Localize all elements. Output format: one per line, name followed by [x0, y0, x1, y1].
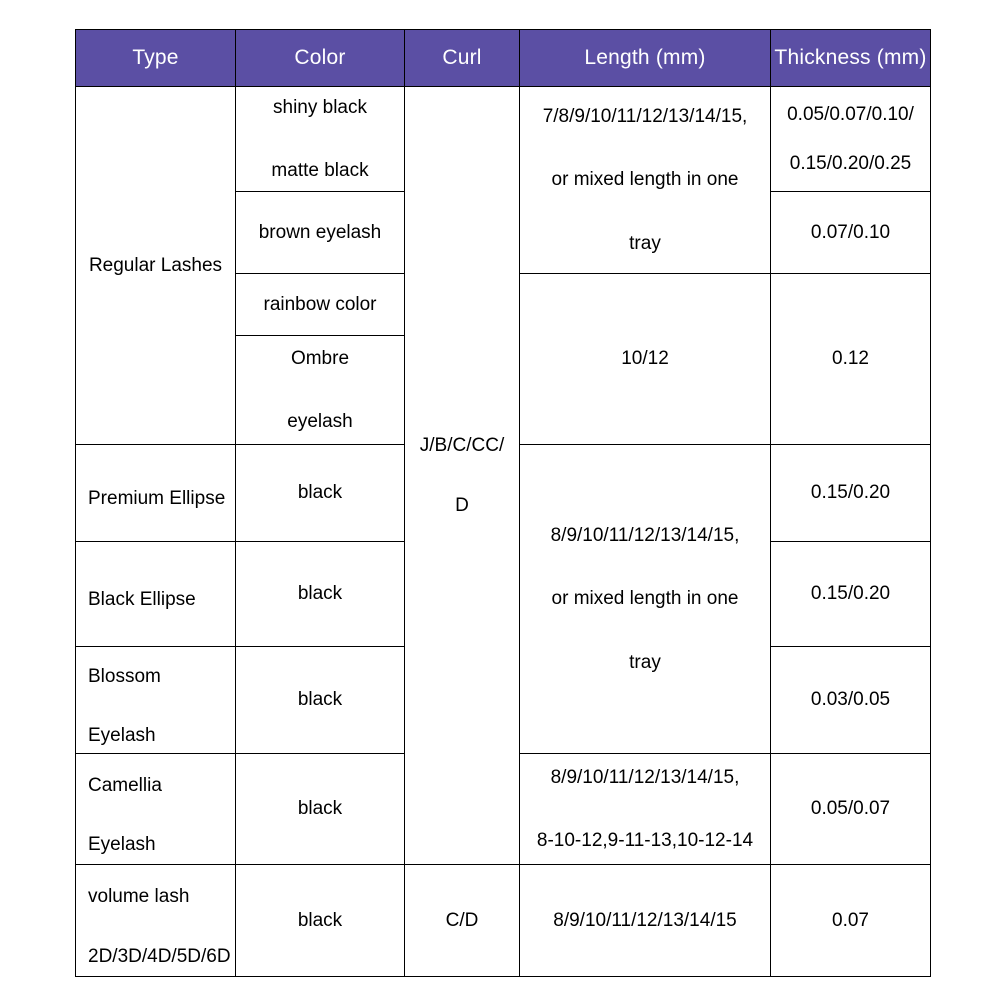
thickness-camellia-label: 0.05/0.07: [810, 798, 891, 820]
color-brown-eyelash-label: brown eyelash: [258, 221, 382, 243]
cell-thickness-volume: 0.07: [770, 864, 931, 977]
cell-curl-volume: C/D: [404, 864, 520, 977]
cell-type-volume-lash: volume lash 2D/3D/4D/5D/6D: [75, 864, 236, 977]
cell-type-blossom-eyelash: Blossom Eyelash: [75, 646, 236, 754]
cell-color-shiny-matte-black: shiny black matte black: [235, 86, 405, 192]
length-regular-a-line3-label: tray: [629, 232, 661, 254]
color-premium-ellipse-label: black: [297, 482, 343, 504]
color-ombre-line1-label: Ombre: [290, 347, 350, 369]
column-header-length: Length (mm): [519, 29, 771, 87]
column-header-curl: Curl: [404, 29, 520, 87]
cell-thickness-camellia: 0.05/0.07: [770, 753, 931, 865]
type-regular-lashes-label: Regular Lashes: [88, 254, 223, 276]
length-ellipse-line2-label: or mixed length in one: [551, 588, 739, 610]
cell-color-rainbow: rainbow color: [235, 273, 405, 336]
eyelash-specification-table: Type Color Curl Length (mm) Thickness (m…: [75, 29, 931, 977]
cell-type-camellia-eyelash: Camellia Eyelash: [75, 753, 236, 865]
thickness-rainbow-ombre-label: 0.12: [832, 348, 869, 370]
thickness-volume-label: 0.07: [832, 909, 869, 931]
length-regular-b-label: 10/12: [621, 348, 669, 370]
color-matte-black-label: matte black: [271, 160, 369, 181]
length-volume-label: 8/9/10/11/12/13/14/15: [553, 909, 737, 931]
curl-main-line2-label: D: [455, 494, 469, 516]
cell-length-ellipse-group: 8/9/10/11/12/13/14/15, or mixed length i…: [519, 444, 771, 754]
table-row: Regular Lashes shiny black matte black J…: [75, 86, 931, 865]
color-black-ellipse-label: black: [297, 583, 343, 605]
column-header-thickness: Thickness (mm): [770, 29, 931, 87]
table-body: Regular Lashes shiny black matte black J…: [75, 86, 931, 977]
cell-length-regular-b: 10/12: [519, 273, 771, 445]
type-blossom-line1-label: Blossom: [88, 665, 161, 687]
header-row: Type Color Curl Length (mm) Thickness (m…: [75, 29, 931, 87]
curl-volume-label: C/D: [445, 909, 479, 931]
thickness-black-ellipse-label: 0.15/0.20: [810, 583, 891, 605]
table-row: volume lash 2D/3D/4D/5D/6D black C/D 8/9…: [75, 864, 931, 977]
length-ellipse-line3-label: tray: [629, 651, 661, 673]
cell-color-brown-eyelash: brown eyelash: [235, 191, 405, 274]
cell-thickness-premium-ellipse: 0.15/0.20: [770, 444, 931, 542]
cell-type-premium-ellipse: Premium Ellipse: [75, 444, 236, 542]
column-header-color: Color: [235, 29, 405, 87]
color-volume-label: black: [297, 909, 343, 931]
length-regular-a-line2-label: or mixed length in one: [551, 169, 739, 191]
type-blossom-line2-label: Eyelash: [88, 725, 156, 746]
cell-length-camellia: 8/9/10/11/12/13/14/15, 8-10-12,9-11-13,1…: [519, 753, 771, 865]
cell-color-camellia: black: [235, 753, 405, 865]
type-black-ellipse-label: Black Ellipse: [88, 589, 196, 611]
color-blossom-label: black: [297, 689, 343, 711]
length-camellia-line1-label: 8/9/10/11/12/13/14/15,: [550, 766, 740, 788]
cell-type-regular-lashes: Regular Lashes: [75, 86, 236, 445]
cell-length-regular-a: 7/8/9/10/11/12/13/14/15, or mixed length…: [519, 86, 771, 274]
thickness-premium-ellipse-label: 0.15/0.20: [810, 482, 891, 504]
cell-curl-main: J/B/C/CC/ D: [404, 86, 520, 865]
color-shiny-black-label: shiny black: [273, 96, 367, 118]
type-volume-line1-label: volume lash: [88, 886, 190, 908]
thickness-shiny-matte-line2-label: 0.15/0.20/0.25: [789, 153, 912, 174]
color-ombre-line2-label: eyelash: [287, 411, 353, 432]
cell-thickness-shiny-matte: 0.05/0.07/0.10/ 0.15/0.20/0.25: [770, 86, 931, 192]
type-premium-ellipse-label: Premium Ellipse: [88, 488, 226, 510]
color-camellia-label: black: [297, 798, 343, 820]
length-regular-a-line1-label: 7/8/9/10/11/12/13/14/15,: [542, 106, 748, 128]
cell-type-black-ellipse: Black Ellipse: [75, 541, 236, 647]
table-header: Type Color Curl Length (mm) Thickness (m…: [75, 29, 931, 87]
length-ellipse-line1-label: 8/9/10/11/12/13/14/15,: [550, 525, 740, 547]
color-rainbow-label: rainbow color: [263, 293, 377, 315]
length-camellia-line2-label: 8-10-12,9-11-13,10-12-14: [536, 830, 754, 851]
cell-color-premium-ellipse: black: [235, 444, 405, 542]
cell-length-volume: 8/9/10/11/12/13/14/15: [519, 864, 771, 977]
cell-color-blossom: black: [235, 646, 405, 754]
curl-main-line1-label: J/B/C/CC/: [419, 435, 505, 457]
type-volume-line2-label: 2D/3D/4D/5D/6D: [88, 945, 231, 967]
type-camellia-line2-label: Eyelash: [88, 834, 156, 855]
cell-thickness-black-ellipse: 0.15/0.20: [770, 541, 931, 647]
thickness-brown-label: 0.07/0.10: [810, 221, 891, 243]
cell-color-ombre: Ombre eyelash: [235, 335, 405, 445]
type-camellia-line1-label: Camellia: [88, 774, 162, 796]
cell-thickness-brown: 0.07/0.10: [770, 191, 931, 274]
thickness-blossom-label: 0.03/0.05: [810, 689, 891, 711]
column-header-type: Type: [75, 29, 236, 87]
cell-color-volume: black: [235, 864, 405, 977]
thickness-shiny-matte-line1-label: 0.05/0.07/0.10/: [787, 103, 914, 125]
page-root: Type Color Curl Length (mm) Thickness (m…: [0, 0, 1000, 1000]
cell-color-black-ellipse: black: [235, 541, 405, 647]
cell-thickness-blossom: 0.03/0.05: [770, 646, 931, 754]
cell-thickness-rainbow-ombre: 0.12: [770, 273, 931, 445]
